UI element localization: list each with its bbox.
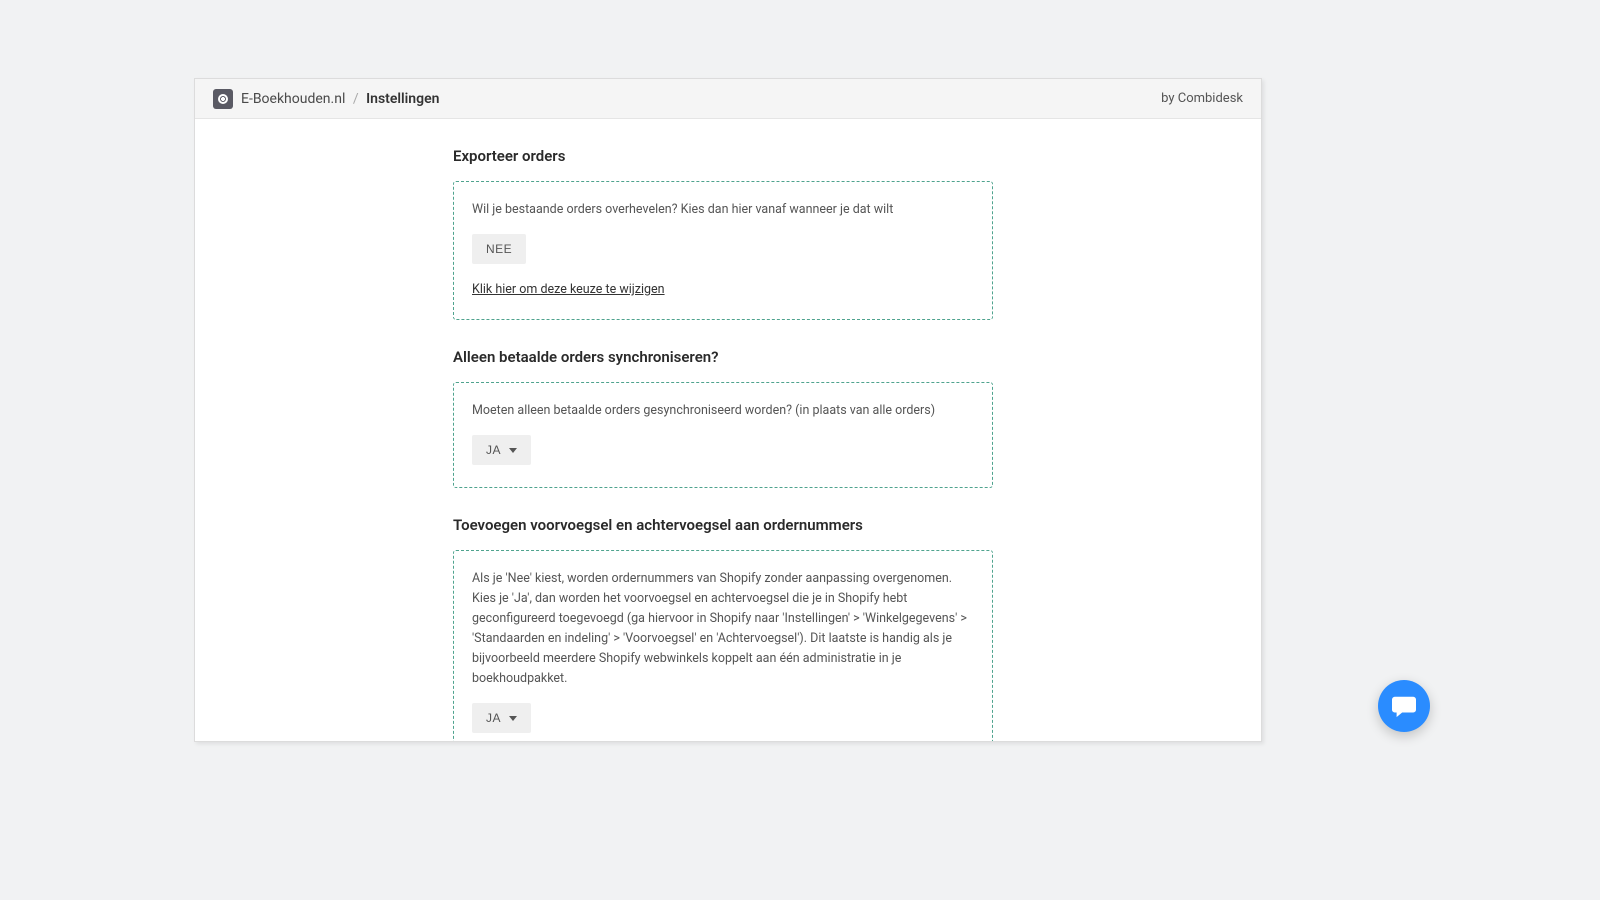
caret-down-icon	[509, 716, 517, 721]
paid-only-button-label: JA	[486, 443, 501, 457]
breadcrumb-separator: /	[353, 91, 359, 107]
chat-launcher-button[interactable]	[1378, 680, 1430, 732]
section-title-paid-only: Alleen betaalde orders synchroniseren?	[453, 348, 993, 366]
export-orders-change-link[interactable]: Klik hier om deze keuze te wijzigen	[472, 282, 665, 297]
prefix-suffix-description: Als je 'Nee' kiest, worden ordernummers …	[472, 569, 974, 689]
panel-prefix-suffix: Als je 'Nee' kiest, worden ordernummers …	[453, 550, 993, 741]
chat-icon	[1391, 694, 1417, 718]
panel-paid-only: Moeten alleen betaalde orders gesynchron…	[453, 382, 993, 488]
export-orders-toggle-button[interactable]: NEE	[472, 234, 526, 264]
paid-only-dropdown-button[interactable]: JA	[472, 435, 531, 465]
breadcrumb-current: Instellingen	[366, 91, 439, 107]
prefix-suffix-dropdown-button[interactable]: JA	[472, 703, 531, 733]
export-orders-button-label: NEE	[486, 242, 512, 256]
content-area: Exporteer orders Wil je bestaande orders…	[195, 119, 1261, 741]
app-header: E-Boekhouden.nl / Instellingen by Combid…	[195, 79, 1261, 119]
breadcrumb-app[interactable]: E-Boekhouden.nl	[241, 91, 345, 107]
prefix-suffix-button-label: JA	[486, 711, 501, 725]
app-logo-icon	[213, 89, 233, 109]
panel-export-orders: Wil je bestaande orders overhevelen? Kie…	[453, 181, 993, 320]
section-title-export-orders: Exporteer orders	[453, 147, 993, 165]
export-orders-description: Wil je bestaande orders overhevelen? Kie…	[472, 200, 974, 220]
settings-column: Exporteer orders Wil je bestaande orders…	[453, 147, 993, 741]
caret-down-icon	[509, 448, 517, 453]
header-attribution: by Combidesk	[1161, 91, 1243, 106]
paid-only-description: Moeten alleen betaalde orders gesynchron…	[472, 401, 974, 421]
section-title-prefix-suffix: Toevoegen voorvoegsel en achtervoegsel a…	[453, 516, 993, 534]
header-left: E-Boekhouden.nl / Instellingen	[213, 89, 439, 109]
breadcrumb: E-Boekhouden.nl / Instellingen	[241, 91, 439, 107]
app-window: E-Boekhouden.nl / Instellingen by Combid…	[194, 78, 1262, 742]
